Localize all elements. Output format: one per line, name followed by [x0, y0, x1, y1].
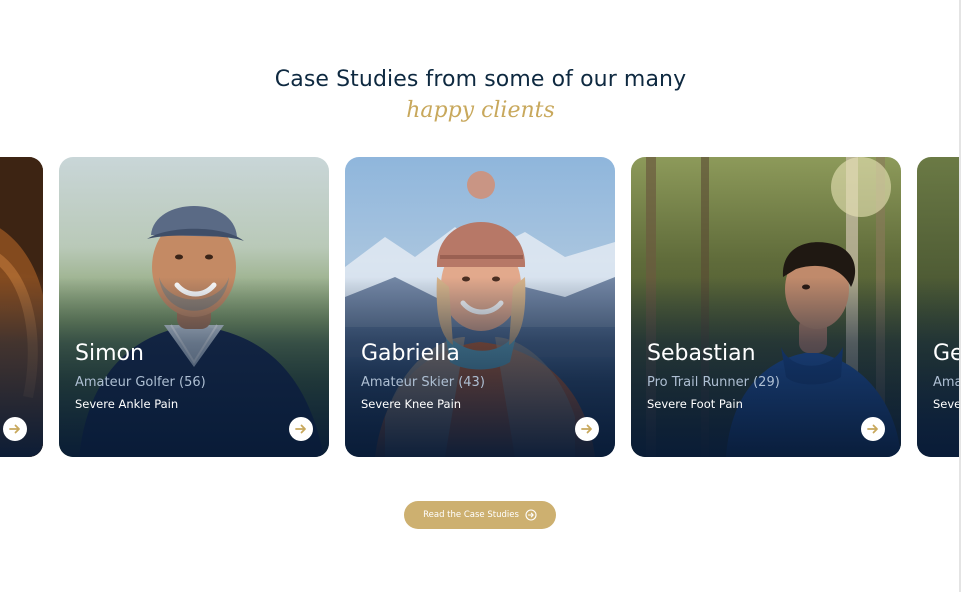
card-arrow-button[interactable] [575, 417, 599, 441]
client-condition: Severe Ankle Pain [75, 397, 179, 411]
card-overlay [0, 157, 43, 457]
case-study-carousel[interactable]: Simon Amateur Golfer (56) Severe Ankle P… [0, 157, 961, 457]
client-name: Sebastian [647, 341, 756, 366]
card-arrow-button[interactable] [861, 417, 885, 441]
client-condition: Severe Knee Pain [361, 397, 462, 411]
read-case-studies-button[interactable]: Read the Case Studies [404, 501, 556, 529]
card-overlay [59, 157, 329, 457]
client-condition: Severe Foot Pain [647, 397, 743, 411]
case-studies-section: Case Studies from some of our many happy… [0, 0, 961, 592]
arrow-right-icon [581, 424, 592, 434]
client-condition: Seve [933, 397, 961, 411]
card-arrow-button[interactable] [289, 417, 313, 441]
arrow-right-icon [9, 424, 20, 434]
card-overlay [345, 157, 615, 457]
client-role: Pro Trail Runner (29) [647, 375, 780, 390]
case-study-card-sebastian[interactable]: Sebastian Pro Trail Runner (29) Severe F… [631, 157, 901, 457]
arrow-right-icon [867, 424, 878, 434]
section-subtitle: happy clients [406, 98, 555, 123]
section-heading: Case Studies from some of our many happy… [0, 64, 961, 126]
client-role: Ama [933, 375, 961, 390]
case-study-card-partial-left[interactable] [0, 157, 43, 457]
arrow-right-icon [295, 424, 306, 434]
client-name: Simon [75, 341, 144, 366]
card-overlay [631, 157, 901, 457]
client-role: Amateur Skier (43) [361, 375, 485, 390]
card-overlay [917, 157, 961, 457]
card-arrow-button[interactable] [3, 417, 27, 441]
case-study-card-simon[interactable]: Simon Amateur Golfer (56) Severe Ankle P… [59, 157, 329, 457]
cta-label: Read the Case Studies [423, 510, 519, 520]
arrow-circle-icon [525, 509, 537, 521]
case-study-card-partial-right[interactable]: Ge Ama Seve [917, 157, 961, 457]
case-study-card-gabriella[interactable]: Gabriella Amateur Skier (43) Severe Knee… [345, 157, 615, 457]
section-title: Case Studies from some of our many [274, 67, 687, 92]
client-name: Ge [933, 341, 961, 366]
client-role: Amateur Golfer (56) [75, 375, 206, 390]
client-name: Gabriella [361, 341, 460, 366]
